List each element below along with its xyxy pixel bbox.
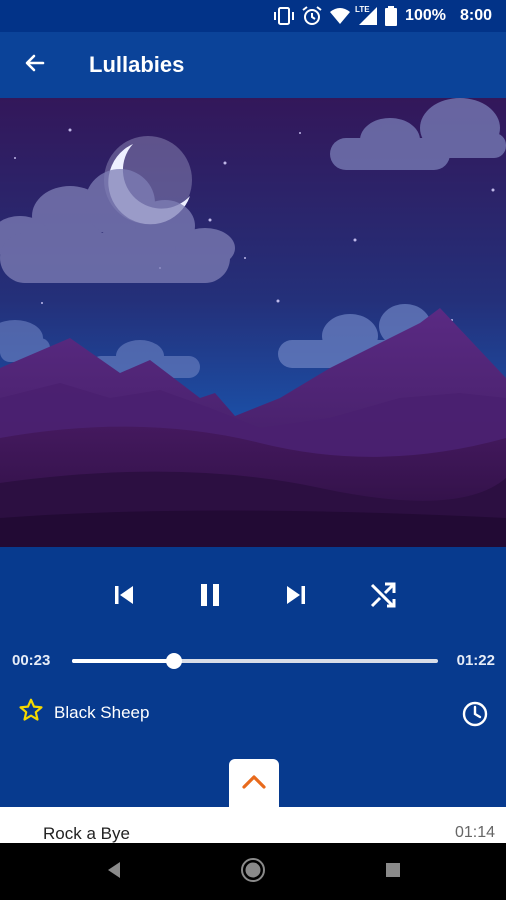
- recents-square-icon: [384, 861, 402, 884]
- signal-icon: LTE: [355, 5, 379, 26]
- status-icons: LTE 100% 8:00: [273, 4, 492, 28]
- page-title: Lullabies: [89, 52, 185, 77]
- nav-back-button[interactable]: [98, 856, 130, 888]
- home-circle-icon: [240, 857, 266, 888]
- seek-bar-thumb[interactable]: [166, 653, 183, 669]
- night-landscape-illustration: [0, 98, 506, 547]
- skip-previous-icon: [110, 581, 138, 614]
- back-button[interactable]: [14, 44, 56, 86]
- skip-previous-button[interactable]: [100, 573, 148, 621]
- album-artwork: [0, 98, 506, 547]
- pause-button[interactable]: [186, 573, 234, 621]
- seek-bar[interactable]: [72, 653, 438, 669]
- total-duration: 01:22: [456, 652, 495, 669]
- sleep-timer-button[interactable]: [460, 699, 490, 729]
- current-song-title: Black Sheep: [54, 702, 150, 722]
- seek-bar-progress: [72, 659, 175, 663]
- arrow-back-icon: [23, 51, 47, 80]
- clock-time: 8:00: [459, 7, 492, 24]
- nav-recents-button[interactable]: [377, 856, 409, 888]
- alarm-icon: [301, 5, 323, 27]
- network-type-label: LTE: [355, 5, 370, 14]
- clock-icon: [460, 701, 490, 733]
- shuffle-icon: [368, 580, 398, 615]
- status-bar: LTE 100% 8:00: [0, 0, 506, 32]
- skip-next-icon: [282, 581, 310, 614]
- nav-home-button[interactable]: [237, 856, 269, 888]
- chevron-up-icon: [241, 772, 267, 795]
- battery-icon: [385, 6, 398, 26]
- pause-icon: [196, 581, 224, 614]
- shuffle-button[interactable]: [359, 573, 407, 621]
- back-triangle-icon: [105, 860, 123, 885]
- skip-next-button[interactable]: [272, 573, 320, 621]
- app-bar: Lullabies: [0, 32, 506, 98]
- wifi-icon: [329, 7, 351, 25]
- elapsed-time: 00:23: [12, 652, 51, 669]
- expand-playlist-button[interactable]: [229, 759, 279, 807]
- system-navigation-bar: [0, 843, 506, 900]
- list-item-title: Rock a Bye: [43, 824, 130, 843]
- now-playing-row: Black Sheep: [18, 697, 149, 728]
- battery-percent: 100%: [405, 7, 446, 24]
- list-item-duration: 01:14: [454, 824, 495, 841]
- star-outline-icon[interactable]: [18, 697, 44, 728]
- playlist-panel: Rock a Bye 01:14: [0, 807, 506, 843]
- vibrate-icon: [273, 6, 295, 26]
